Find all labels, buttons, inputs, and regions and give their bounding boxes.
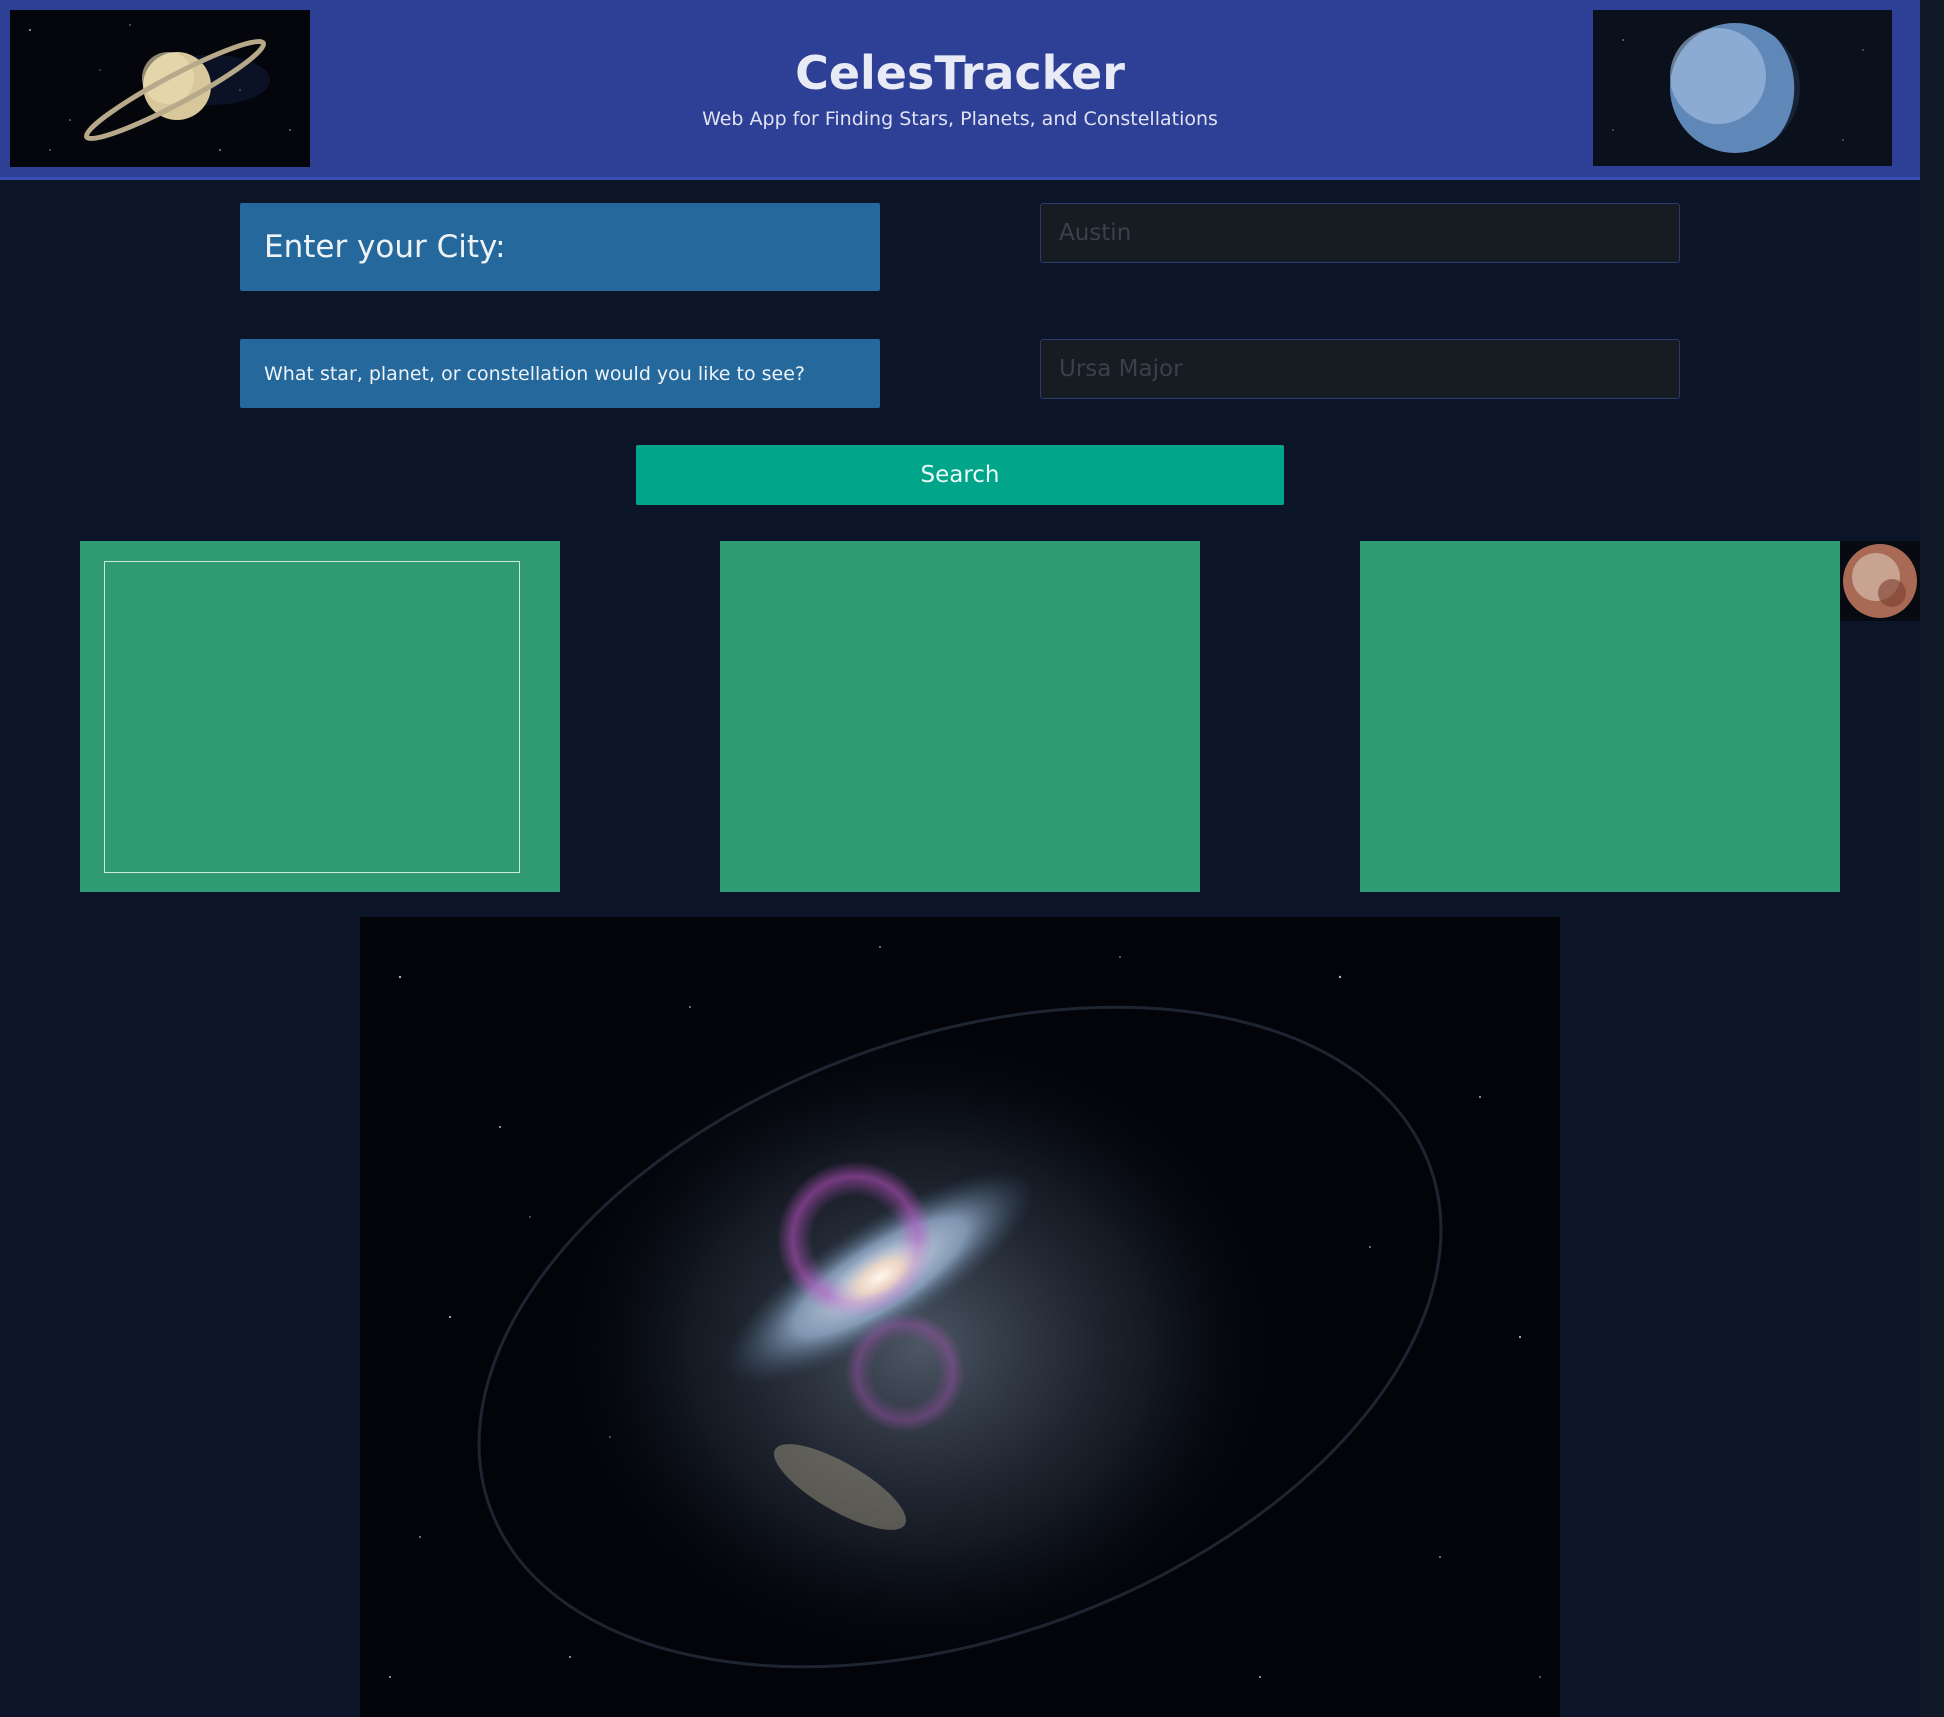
galaxy-image xyxy=(360,917,1560,1717)
result-card-1 xyxy=(80,541,560,892)
result-card-2 xyxy=(720,541,1200,892)
search-button[interactable]: Search xyxy=(636,445,1284,505)
planet-thumbnail xyxy=(1840,541,1920,621)
result-card-3 xyxy=(1360,541,1840,892)
scrollbar-track[interactable] xyxy=(1920,0,1944,1717)
object-label: What star, planet, or constellation woul… xyxy=(240,339,880,408)
exoplanet-image xyxy=(1593,10,1892,166)
object-input[interactable] xyxy=(1040,339,1680,399)
app-header: CelesTracker Web App for Finding Stars, … xyxy=(0,0,1920,180)
page: CelesTracker Web App for Finding Stars, … xyxy=(0,0,1944,1717)
result-card-frame xyxy=(104,561,520,873)
city-input[interactable] xyxy=(1040,203,1680,263)
city-label: Enter your City: xyxy=(240,203,880,291)
